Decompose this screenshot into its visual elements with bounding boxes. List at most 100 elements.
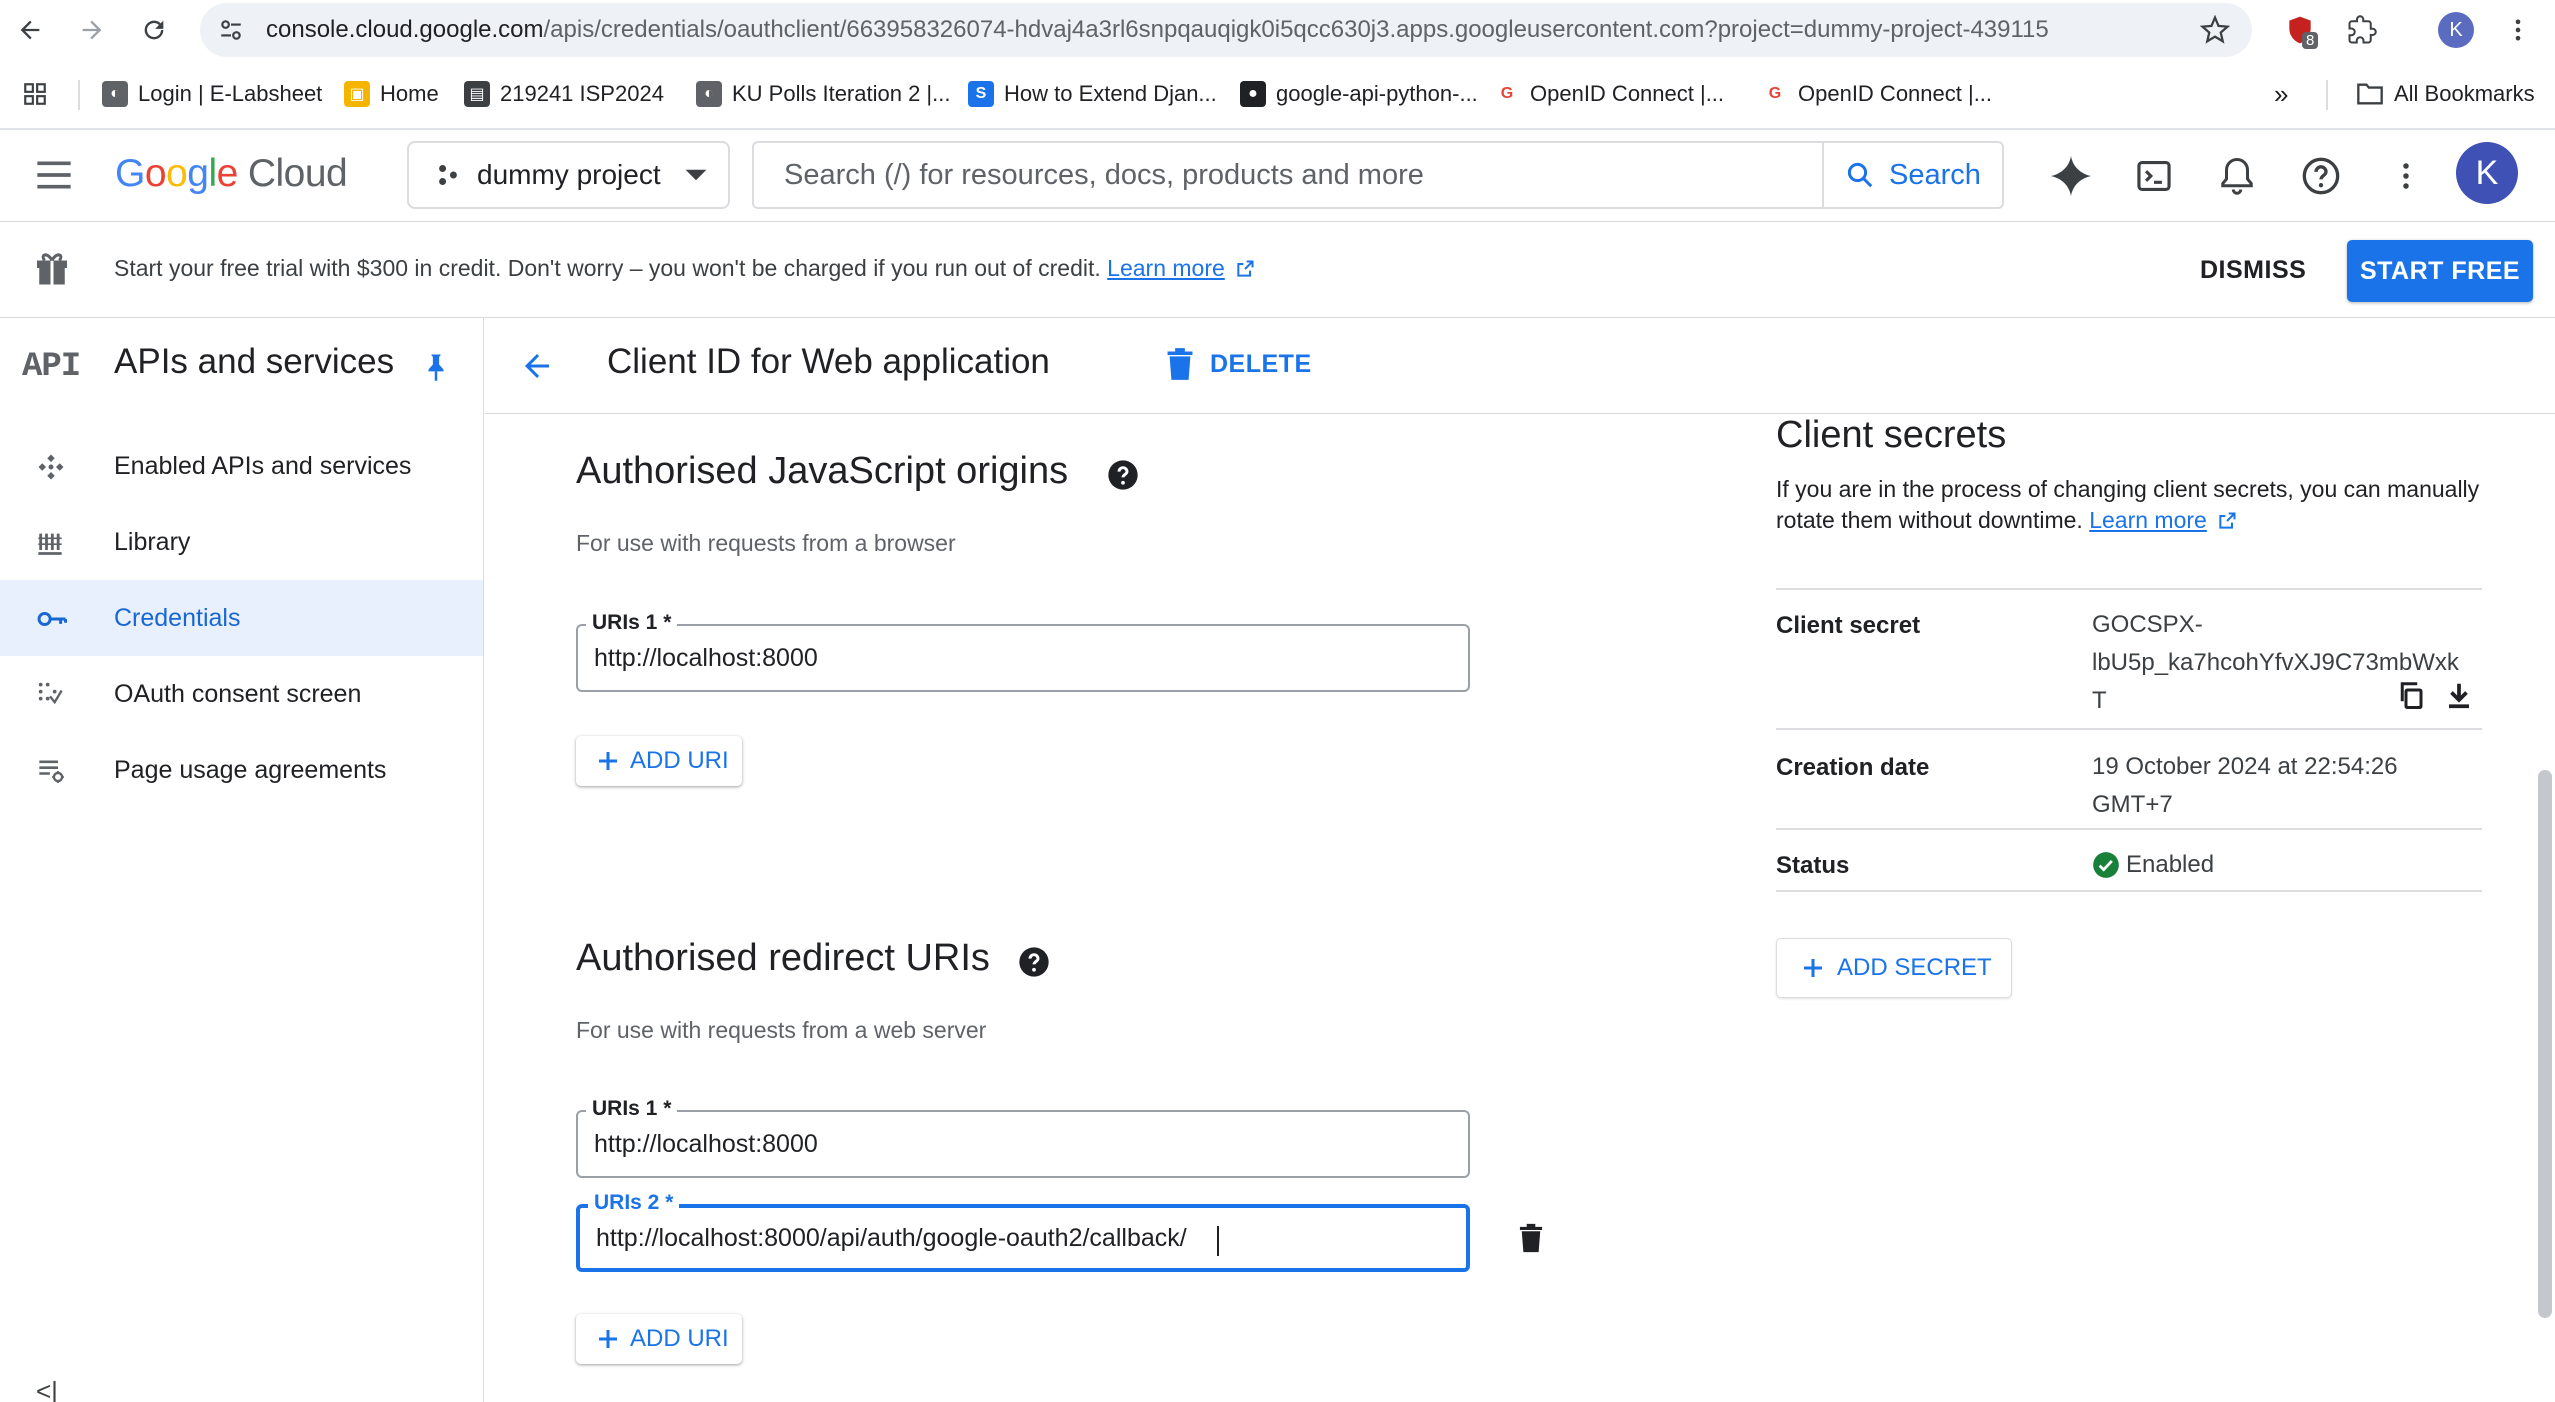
redirect-uri-input-2[interactable] — [580, 1208, 1466, 1268]
search-icon — [1847, 162, 1873, 188]
value-line: GMT+7 — [2092, 791, 2173, 818]
browser-toolbar: console.cloud.google.com/apis/credential… — [0, 0, 2555, 130]
gemini-button[interactable] — [2047, 152, 2095, 200]
search-input[interactable] — [754, 143, 1824, 207]
browser-forward-button[interactable] — [70, 8, 114, 52]
redirect-uris-subtitle: For use with requests from a web server — [576, 1017, 987, 1043]
text-caret — [1217, 1226, 1219, 1256]
sidebar-item-oauth-consent[interactable]: OAuth consent screen — [0, 656, 483, 732]
sidebar-item-page-usage[interactable]: Page usage agreements — [0, 732, 483, 808]
apps-shortcut[interactable] — [22, 76, 48, 112]
trash-icon — [1519, 1223, 1543, 1253]
all-bookmarks-label: All Bookmarks — [2394, 81, 2535, 106]
banner-learn-more-link[interactable]: Learn more — [1107, 255, 1225, 281]
address-bar[interactable]: console.cloud.google.com/apis/credential… — [200, 3, 2252, 57]
delete-button[interactable]: DELETE — [1166, 340, 1312, 388]
redirect-uris-title: Authorised redirect URIs — [576, 937, 990, 979]
remove-uri-button[interactable] — [1518, 1222, 1544, 1254]
bookmark-favicon-icon: ▣ — [344, 81, 370, 107]
start-free-button[interactable]: START FREE — [2347, 240, 2533, 302]
row-key: Client secret — [1776, 612, 1921, 639]
creation-date-value: 19 October 2024 at 22:54:26 GMT+7 — [2092, 748, 2398, 824]
bookmark-item[interactable]: ◐ KU Polls Iteration 2 |... — [696, 76, 950, 112]
sidebar-item-label: Enabled APIs and services — [114, 451, 412, 480]
check-circle-icon — [2093, 852, 2119, 878]
project-nodes-icon — [439, 165, 457, 185]
bookmark-label: Login | E-Labsheet — [138, 81, 323, 106]
help-icon[interactable] — [1018, 946, 1050, 978]
free-trial-banner: Start your free trial with $300 in credi… — [0, 222, 2555, 318]
copy-icon[interactable] — [2396, 680, 2426, 710]
more-options-button[interactable] — [2382, 152, 2430, 200]
extension-shield-button[interactable]: 8 — [2280, 10, 2320, 50]
folder-icon — [2357, 83, 2383, 105]
redirect-uri-input-1[interactable] — [578, 1112, 1468, 1176]
account-avatar[interactable]: K — [2456, 142, 2518, 204]
project-picker[interactable]: dummy project — [407, 141, 730, 209]
bookmark-item[interactable]: ▣ Home — [344, 76, 439, 112]
add-redirect-uri-button[interactable]: ADD URI — [576, 1314, 742, 1364]
scrollbar-thumb[interactable] — [2538, 770, 2552, 1318]
pin-icon[interactable] — [423, 352, 449, 382]
value-line: 19 October 2024 at 22:54:26 — [2092, 753, 2398, 780]
js-origins-subtitle: For use with requests from a browser — [576, 530, 956, 556]
page-title: Client ID for Web application — [607, 342, 1050, 381]
browser-reload-button[interactable] — [132, 8, 176, 52]
project-name: dummy project — [477, 159, 661, 190]
add-js-origin-button[interactable]: ADD URI — [576, 736, 742, 786]
puzzle-icon — [2348, 15, 2377, 44]
bell-icon — [2221, 157, 2253, 195]
extension-badge: 8 — [2302, 32, 2319, 49]
bookmark-item[interactable]: ● google-api-python-... — [1240, 76, 1478, 112]
gift-icon — [34, 248, 70, 288]
bookmark-item[interactable]: S How to Extend Djan... — [968, 76, 1217, 112]
browser-menu-button[interactable] — [2498, 10, 2538, 50]
add-secret-button[interactable]: ADD SECRET — [1776, 938, 2012, 998]
all-bookmarks-button[interactable]: All Bookmarks — [2356, 76, 2535, 112]
logo-cloud: Cloud — [247, 152, 348, 195]
client-secrets-title: Client secrets — [1776, 414, 2007, 456]
cloud-shell-button[interactable] — [2130, 152, 2178, 200]
collapse-sidebar-icon[interactable]: <| — [36, 1376, 58, 1402]
site-settings-icon[interactable] — [218, 17, 244, 43]
add-uri-label: ADD URI — [630, 1325, 729, 1352]
hamburger-icon — [37, 161, 71, 189]
js-origin-uri-field: URIs 1 * — [576, 611, 1470, 692]
bookmarks-overflow-button[interactable]: » — [2274, 76, 2288, 112]
page-header: Client ID for Web application DELETE — [485, 318, 2555, 414]
bookmark-item[interactable]: G OpenID Connect |... — [1494, 76, 1724, 112]
client-secret-row: Client secret GOCSPX- lbU5p_ka7hcohYfvXJ… — [1776, 590, 2482, 730]
sidebar-item-library[interactable]: Library — [0, 504, 483, 580]
client-secrets-description: If you are in the process of changing cl… — [1776, 474, 2482, 536]
search-button[interactable]: Search — [1822, 143, 2002, 207]
sidebar-item-label: Library — [114, 527, 191, 556]
bookmark-star-icon[interactable] — [2200, 15, 2230, 45]
main-menu-button[interactable] — [34, 158, 74, 192]
cloud-console-header: GoogleCloud dummy project Search K — [0, 130, 2555, 222]
plus-icon — [599, 1330, 617, 1348]
dismiss-button[interactable]: DISMISS — [2200, 248, 2306, 292]
notifications-button[interactable] — [2213, 152, 2261, 200]
back-button[interactable] — [519, 348, 555, 384]
help-button[interactable] — [2297, 152, 2345, 200]
bookmark-favicon-icon: ◐ — [102, 81, 128, 107]
download-icon[interactable] — [2444, 680, 2474, 710]
browser-profile-avatar[interactable]: K — [2438, 12, 2474, 48]
external-link-icon — [1237, 260, 1254, 277]
js-origin-uri-input[interactable] — [578, 626, 1468, 690]
bookmark-label: OpenID Connect |... — [1530, 81, 1725, 106]
help-icon[interactable] — [1107, 459, 1139, 491]
sidebar-item-credentials[interactable]: Credentials — [0, 580, 483, 656]
row-key: Status — [1776, 852, 1850, 879]
browser-back-button[interactable] — [8, 8, 52, 52]
logo-google: Google — [115, 152, 238, 195]
enabled-apis-icon — [36, 452, 66, 482]
bookmark-item[interactable]: G OpenID Connect |... — [1762, 76, 1992, 112]
extensions-button[interactable] — [2342, 10, 2382, 50]
bookmark-item[interactable]: ▤ 219241 ISP2024 — [464, 76, 664, 112]
google-cloud-logo[interactable]: Google Cloud — [115, 152, 348, 196]
bookmark-item[interactable]: ◐ Login | E-Labsheet — [102, 76, 322, 112]
value-line: lbU5p_ka7hcohYfvXJ9C73mbWxk — [2092, 649, 2459, 676]
sidebar-item-enabled-apis[interactable]: Enabled APIs and services — [0, 428, 483, 504]
secrets-learn-more-link[interactable]: Learn more — [2089, 507, 2207, 533]
